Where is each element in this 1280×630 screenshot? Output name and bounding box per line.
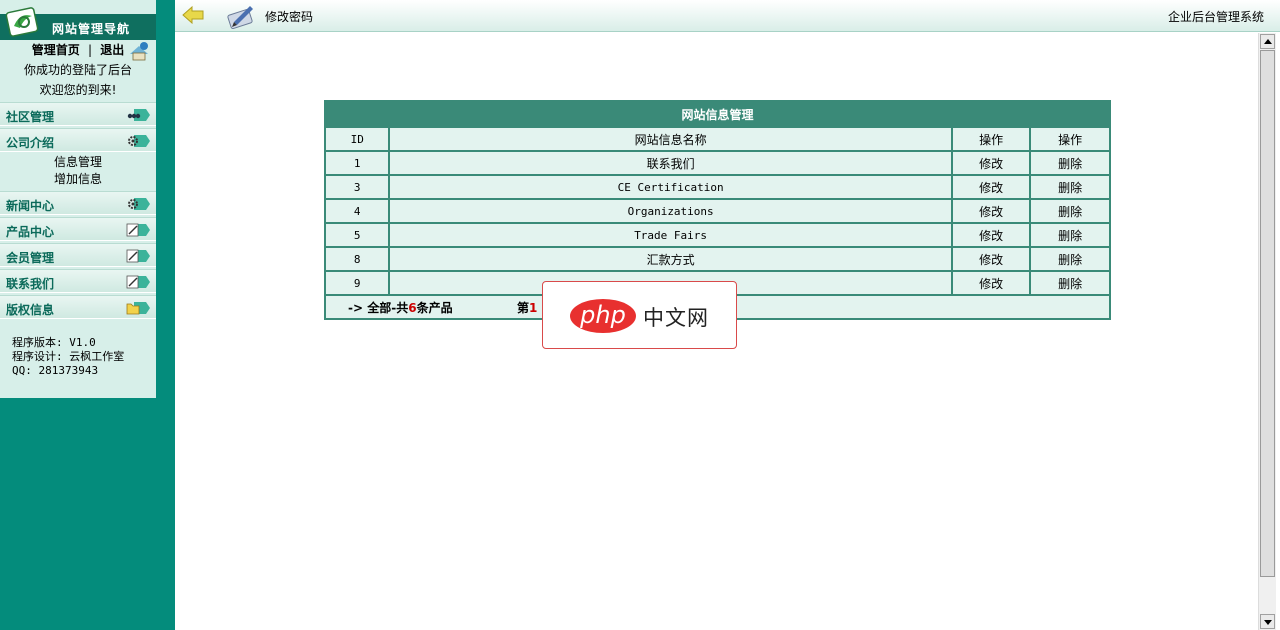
menu-copyright[interactable]: 版权信息	[0, 295, 156, 319]
delete-link[interactable]: 删除	[1031, 224, 1109, 246]
pencil-icon	[227, 6, 253, 30]
program-version: 程序版本: V1.0	[12, 336, 96, 349]
delete-link[interactable]: 删除	[1031, 272, 1109, 294]
page-prefix: 第	[516, 300, 529, 315]
change-password-link[interactable]: 修改密码	[265, 8, 313, 25]
row-id: 1	[326, 152, 389, 174]
welcome-line-2: 欢迎您的到来!	[39, 83, 117, 97]
welcome-line-1: 你成功的登陆了后台	[23, 63, 132, 77]
row-name: CE Certification	[390, 176, 951, 198]
php-logo-icon: php	[570, 299, 636, 333]
community-icon	[127, 109, 150, 121]
menu-members[interactable]: 会员管理	[0, 243, 156, 267]
edit-link[interactable]: 修改	[952, 152, 1030, 174]
edit-icon	[126, 223, 150, 237]
scroll-up-button[interactable]	[1260, 34, 1275, 49]
watermark-site-text: 中文网	[643, 306, 709, 330]
row-id: 5	[326, 224, 389, 246]
back-arrow-icon[interactable]	[181, 5, 205, 25]
vertical-scrollbar[interactable]	[1258, 33, 1276, 630]
header-action-edit: 操作	[952, 128, 1030, 150]
edit-link[interactable]: 修改	[952, 200, 1030, 222]
table-header-row: ID 网站信息名称 操作 操作	[326, 128, 1109, 150]
row-name: 联系我们	[390, 152, 951, 174]
gear-icon	[128, 198, 150, 210]
edit-icon	[126, 275, 150, 289]
gear-icon	[128, 135, 150, 147]
row-id: 9	[326, 272, 389, 294]
folder-icon	[126, 302, 150, 315]
table-caption-row: 网站信息管理	[326, 102, 1109, 126]
edit-icon	[126, 249, 150, 263]
logout-link[interactable]: 退出	[100, 43, 124, 57]
row-name: Trade Fairs	[390, 224, 951, 246]
home-icon[interactable]	[128, 40, 150, 62]
left-sidebar: 网站管理导航 管理首页 | 退出 你成功的登陆了后台 欢迎您的到来! 社区管理	[0, 0, 175, 630]
arrow-down-icon	[1264, 620, 1272, 625]
total-prefix: -> 全部-共	[348, 300, 409, 315]
delete-link[interactable]: 删除	[1031, 200, 1109, 222]
php-logo-text: php	[580, 301, 626, 329]
sub-add-info[interactable]: 增加信息	[0, 171, 156, 187]
edit-link[interactable]: 修改	[952, 224, 1030, 246]
scroll-down-button[interactable]	[1260, 614, 1275, 629]
link-separator: |	[87, 43, 93, 57]
menu-label: 联系我们	[6, 277, 55, 291]
menu-company[interactable]: 公司介绍	[0, 128, 156, 152]
delete-link[interactable]: 删除	[1031, 152, 1109, 174]
table-row: 4 Organizations 修改 删除	[326, 200, 1109, 222]
menu-label: 社区管理	[6, 110, 55, 124]
logo-icon	[5, 7, 39, 37]
page-number: 1	[528, 300, 538, 315]
table-row: 3 CE Certification 修改 删除	[326, 176, 1109, 198]
menu-community[interactable]: 社区管理	[0, 102, 156, 126]
row-name: Organizations	[390, 200, 951, 222]
edit-link[interactable]: 修改	[952, 272, 1030, 294]
system-title: 企业后台管理系统	[1167, 10, 1264, 24]
home-link[interactable]: 管理首页	[32, 43, 80, 57]
row-id: 8	[326, 248, 389, 270]
total-count: 6	[408, 300, 417, 315]
total-suffix: 条产品	[416, 300, 453, 315]
menu-news[interactable]: 新闻中心	[0, 191, 156, 215]
table-caption: 网站信息管理	[326, 102, 1109, 126]
menu-label: 版权信息	[6, 303, 55, 317]
row-id: 4	[326, 200, 389, 222]
menu-contact[interactable]: 联系我们	[0, 269, 156, 293]
contact-qq: QQ: 281373943	[12, 364, 99, 377]
header-action-delete: 操作	[1031, 128, 1109, 150]
table-row: 8 汇款方式 修改 删除	[326, 248, 1109, 270]
delete-link[interactable]: 删除	[1031, 248, 1109, 270]
delete-link[interactable]: 删除	[1031, 176, 1109, 198]
menu-label: 会员管理	[6, 251, 55, 265]
menu-products[interactable]: 产品中心	[0, 217, 156, 241]
header-name: 网站信息名称	[390, 128, 951, 150]
edit-link[interactable]: 修改	[952, 176, 1030, 198]
php-cn-watermark: php 中文网	[542, 281, 737, 349]
nav-panel: 网站管理导航 管理首页 | 退出 你成功的登陆了后台 欢迎您的到来! 社区管理	[0, 0, 156, 398]
scroll-thumb[interactable]	[1260, 50, 1275, 577]
menu-label: 公司介绍	[6, 136, 55, 150]
arrow-up-icon	[1264, 39, 1272, 44]
edit-link[interactable]: 修改	[952, 248, 1030, 270]
sub-info-manage[interactable]: 信息管理	[0, 154, 156, 170]
nav-title: 网站管理导航	[52, 22, 131, 36]
menu-label: 新闻中心	[6, 199, 55, 213]
table-row: 5 Trade Fairs 修改 删除	[326, 224, 1109, 246]
header-id: ID	[326, 128, 389, 150]
top-bar: 修改密码 企业后台管理系统	[175, 0, 1280, 32]
program-designer: 程序设计: 云枫工作室	[12, 350, 125, 363]
row-id: 3	[326, 176, 389, 198]
table-row: 1 联系我们 修改 删除	[326, 152, 1109, 174]
menu-label: 产品中心	[6, 225, 55, 239]
row-name: 汇款方式	[390, 248, 951, 270]
